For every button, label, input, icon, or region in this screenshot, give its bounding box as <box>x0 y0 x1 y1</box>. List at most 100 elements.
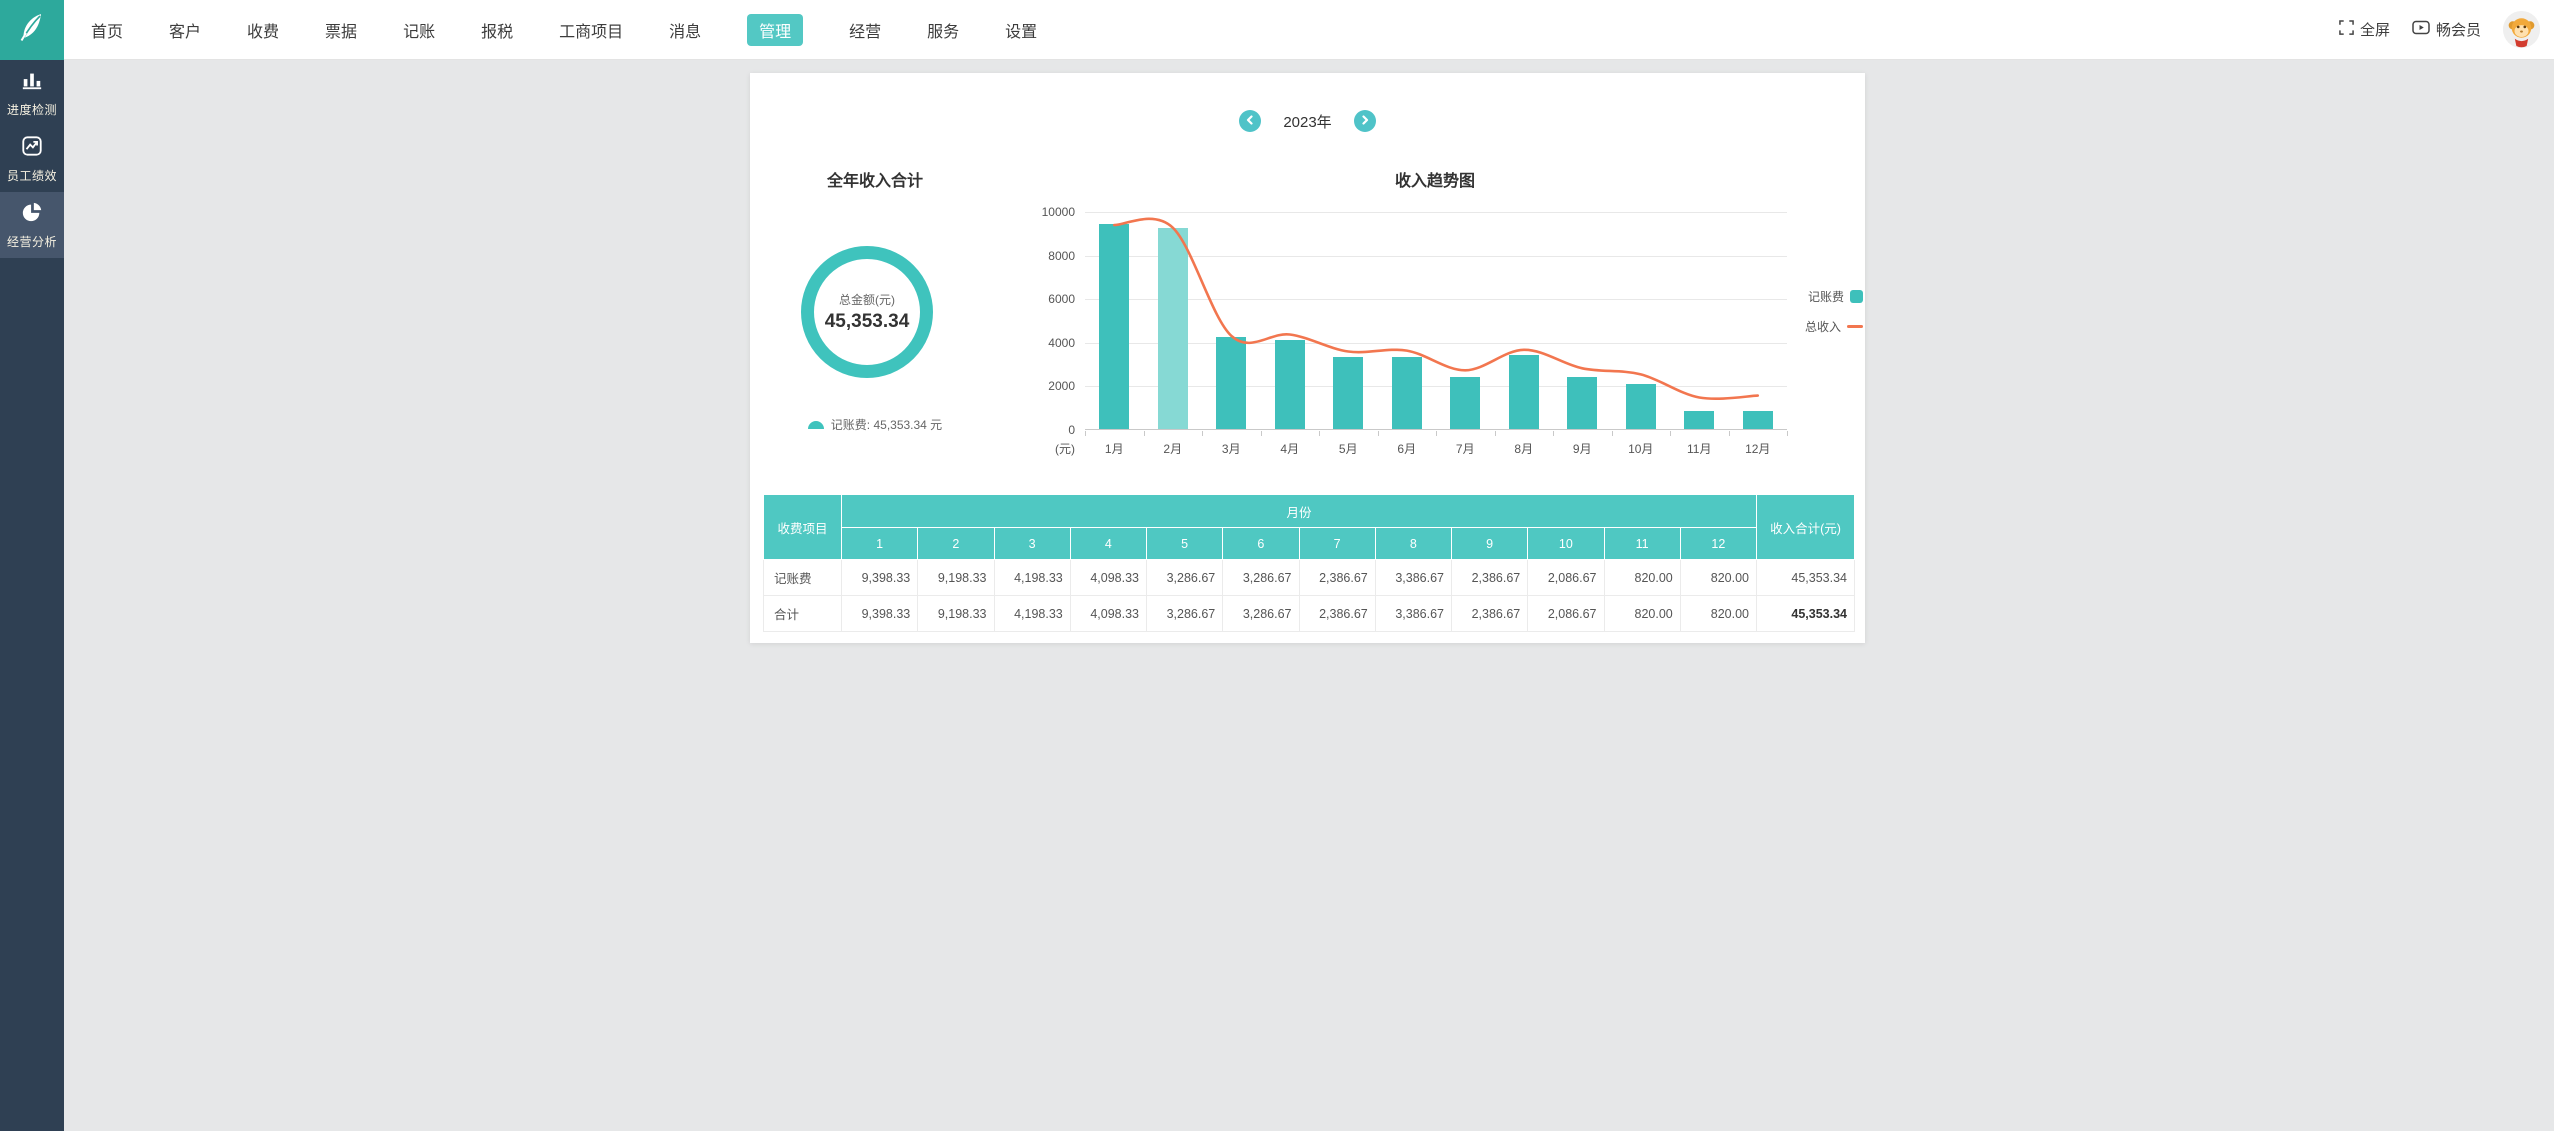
col-header-fee-item: 收费项目 <box>763 494 842 560</box>
bar-series-marker <box>1850 290 1863 303</box>
x-axis-tick <box>1377 431 1379 436</box>
bar-1月[interactable] <box>1099 224 1130 429</box>
month-value-cell: 2,086.67 <box>1527 559 1605 596</box>
month-value-cell: 3,286.67 <box>1222 559 1300 596</box>
nav-item-8[interactable]: 消息 <box>669 18 701 42</box>
x-axis-tick <box>1143 431 1145 436</box>
bar-7月[interactable] <box>1450 376 1481 429</box>
summary-title: 全年收入合计 <box>826 173 923 190</box>
chart-legend: 记账费 总收入 <box>1805 288 1863 335</box>
month-value-cell: 3,386.67 <box>1374 559 1453 596</box>
sidebar-item-1[interactable]: 进度检测 <box>0 60 64 126</box>
top-nav: 首页 客户 收费 票据 记账 报税 工商项目 消息 管理 经营 服务 设置 <box>64 13 1037 46</box>
gridline <box>1085 212 1787 213</box>
gridline <box>1085 342 1787 344</box>
x-axis-label: 12月 <box>1745 442 1771 456</box>
bar-10月[interactable] <box>1625 383 1656 429</box>
bar-12月[interactable] <box>1742 411 1773 429</box>
app-logo[interactable] <box>0 0 64 60</box>
x-axis-tick <box>1670 431 1671 436</box>
next-year-button[interactable] <box>1353 110 1376 132</box>
month-value-cell: 9,198.33 <box>917 559 995 596</box>
month-value-cell: 4,198.33 <box>993 559 1071 596</box>
year-label: 2023年 <box>1283 113 1332 131</box>
prev-year-button[interactable] <box>1239 110 1262 132</box>
y-axis-label: 4000 <box>1048 335 1075 350</box>
nav-item-1[interactable]: 首页 <box>91 18 123 42</box>
sidebar-item-2[interactable]: 员工绩效 <box>0 126 64 192</box>
bar-6月[interactable] <box>1391 357 1422 429</box>
month-value-cell: 820.00 <box>1679 595 1758 632</box>
bar-11月[interactable] <box>1684 411 1715 429</box>
legend-item-1[interactable]: 记账费 <box>1805 288 1863 305</box>
col-header-total: 收入合计(元) <box>1756 494 1855 560</box>
bar-8月[interactable] <box>1508 355 1539 429</box>
feather-logo-icon <box>14 9 50 50</box>
y-axis-label: 10000 <box>1041 205 1075 219</box>
x-axis-label: 10月 <box>1628 442 1654 456</box>
trend-chart-plot: 0 2000 4000 6000 8000 10000 (元) 1月 2月 3月 4月 5月 6月 7月 8… <box>1042 205 1788 456</box>
donut-center-label: 总金额(元) <box>839 293 895 307</box>
month-value-cell: 4,098.33 <box>1069 595 1148 632</box>
total-income-line <box>1112 217 1760 401</box>
x-axis-label: 8月 <box>1514 442 1534 456</box>
col-header-month-3: 3 <box>993 527 1071 560</box>
nav-item-12[interactable]: 设置 <box>1005 18 1037 42</box>
sidebar-item-label: 进度检测 <box>6 102 57 117</box>
line-series-marker <box>1847 325 1863 328</box>
nav-item-4[interactable]: 票据 <box>325 18 357 42</box>
x-axis-tick <box>1494 431 1496 436</box>
col-header-month-2: 2 <box>917 527 995 560</box>
bar-2月[interactable] <box>1157 228 1188 429</box>
nav-item-7[interactable]: 工商项目 <box>559 18 623 42</box>
x-axis-tick <box>1553 431 1554 436</box>
legend-label: 总收入 <box>1804 320 1841 334</box>
col-header-month-5: 5 <box>1145 527 1224 560</box>
bar-4月[interactable] <box>1274 339 1305 429</box>
y-axis-label: 8000 <box>1048 248 1075 263</box>
nav-item-9[interactable]: 管理 <box>747 13 804 46</box>
col-header-month-10: 10 <box>1527 527 1605 560</box>
chevron-left-icon <box>1245 112 1255 130</box>
x-axis-tick <box>1787 431 1788 436</box>
line-chart-icon <box>21 135 43 162</box>
legend-item-2[interactable]: 总收入 <box>1805 318 1863 335</box>
bar-9月[interactable] <box>1567 376 1598 429</box>
nav-item-3[interactable]: 收费 <box>247 18 279 42</box>
donut-legend-item[interactable]: 记账费: 45,353.34 元 <box>765 416 985 433</box>
month-value-cell: 9,398.33 <box>840 559 919 596</box>
bar-5月[interactable] <box>1333 357 1364 429</box>
x-axis-label: 11月 <box>1687 442 1712 456</box>
month-value-cell: 820.00 <box>1603 595 1681 632</box>
x-axis-tick <box>1202 431 1203 436</box>
fullscreen-button[interactable]: 全屏 <box>2339 19 2390 40</box>
sidebar: 进度检测员工绩效 经营分析 <box>0 60 64 1131</box>
x-axis-label: 9月 <box>1572 442 1592 456</box>
y-axis-label: 6000 <box>1048 292 1075 307</box>
year-selector: 2023年 <box>750 110 1865 132</box>
topbar-right: 全屏 畅会员 <box>2339 11 2554 48</box>
main-content: 2023年 全年收入合计 总金额(元) 45,353.34 记账费: 45,35… <box>64 60 2554 1131</box>
member-label: 畅会员 <box>2435 22 2481 39</box>
avatar[interactable] <box>2503 11 2540 48</box>
month-value-cell: 2,386.67 <box>1450 595 1529 632</box>
y-axis-label: 2000 <box>1048 379 1075 394</box>
nav-item-2[interactable]: 客户 <box>169 18 201 42</box>
gridline <box>1085 255 1787 257</box>
x-axis-tick <box>1085 431 1086 436</box>
nav-item-6[interactable]: 报税 <box>481 18 513 42</box>
x-axis-label: 7月 <box>1455 442 1475 456</box>
nav-item-10[interactable]: 经营 <box>849 18 881 42</box>
bar-3月[interactable] <box>1216 337 1247 429</box>
month-value-cell: 3,286.67 <box>1145 559 1224 596</box>
month-value-cell: 820.00 <box>1679 559 1758 596</box>
nav-item-5[interactable]: 记账 <box>403 18 435 42</box>
x-axis-label: 1月 <box>1104 442 1124 456</box>
nav-item-11[interactable]: 服务 <box>927 18 959 42</box>
sidebar-item-3[interactable]: 经营分析 <box>0 192 64 258</box>
x-axis-label: 6月 <box>1397 442 1417 456</box>
table-row: 合计 9,398.33 9,198.33 4,198.33 4,098.33 3,286.… <box>763 595 1855 632</box>
row-total-cell: 45,353.34 <box>1756 595 1855 632</box>
gridline <box>1085 386 1787 388</box>
member-button[interactable]: 畅会员 <box>2412 19 2481 40</box>
